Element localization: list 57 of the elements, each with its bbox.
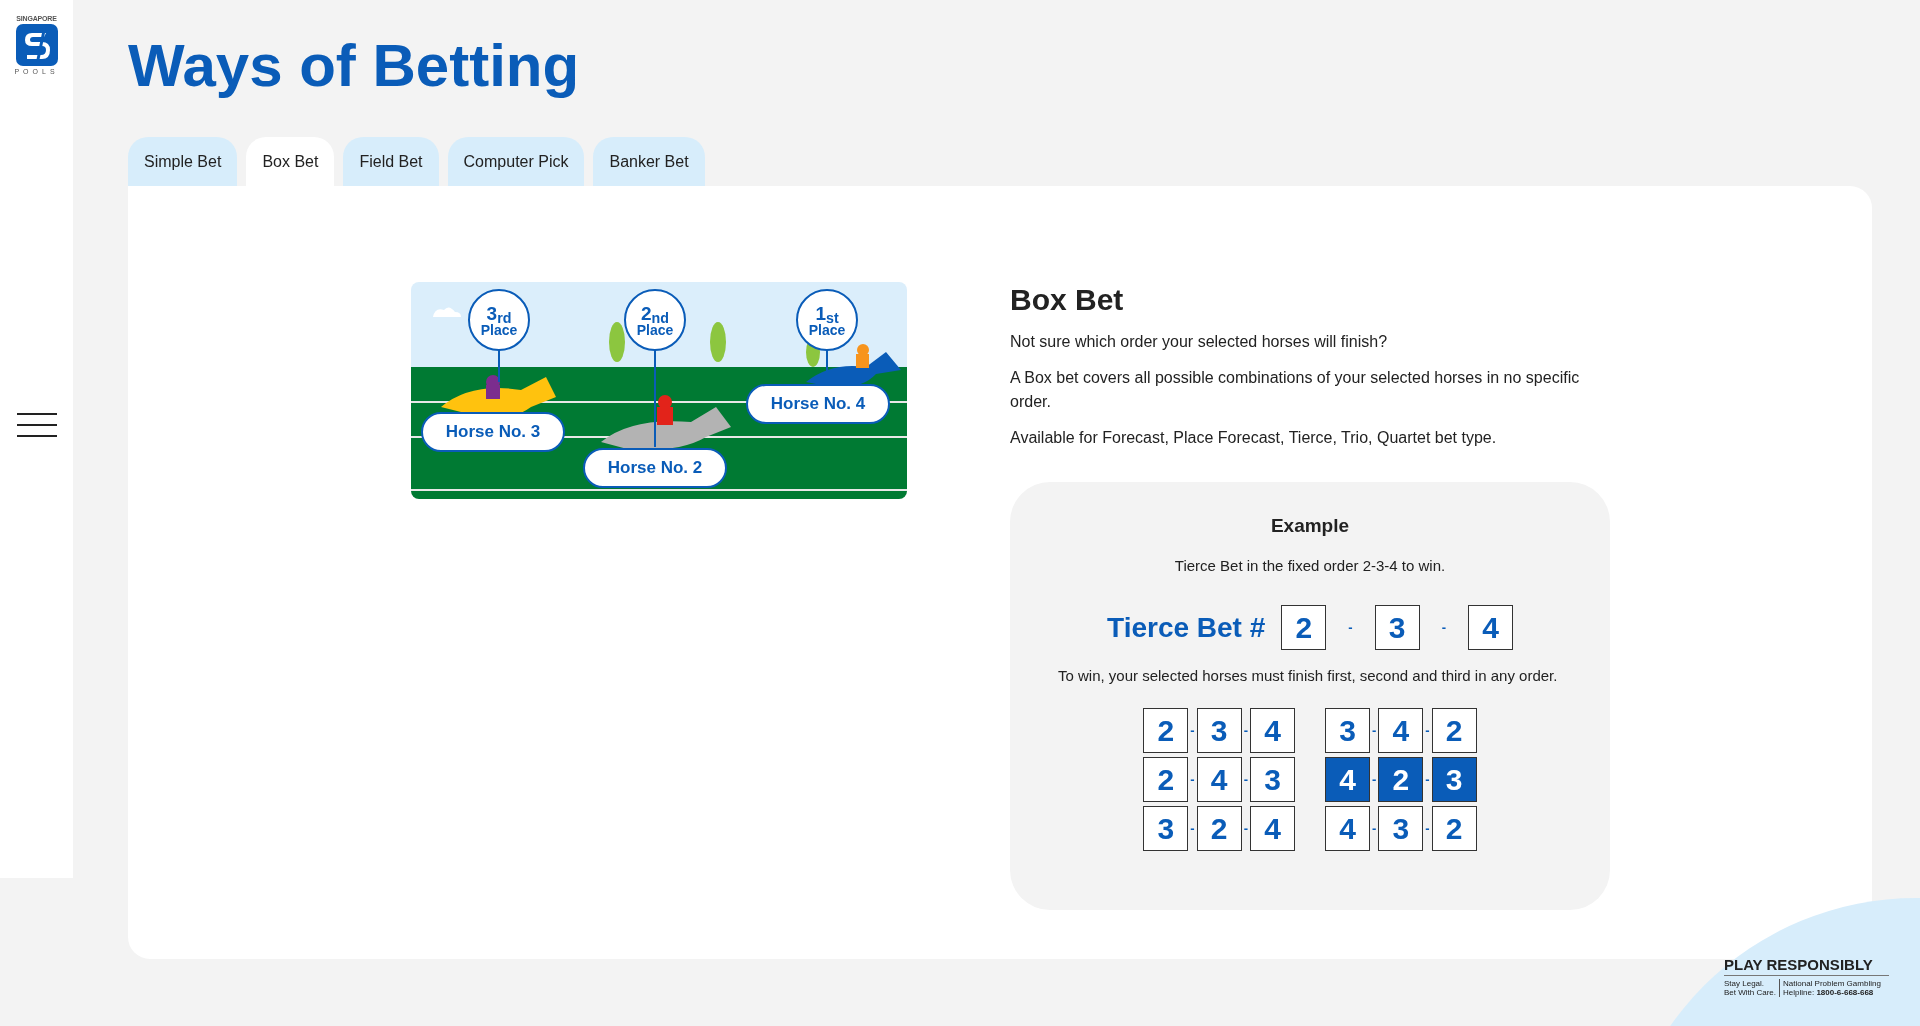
number-box: 3 <box>1196 708 1242 753</box>
tab[interactable]: Box Bet <box>246 137 335 186</box>
number-box: 4 <box>1378 708 1424 753</box>
number-box: 3 <box>1250 757 1295 802</box>
paragraph: A Box bet covers all possible combinations of your selected horses in no specific order. <box>1010 368 1581 412</box>
example-text: To win, your selected horses must finish first, second and third in any order. <box>1058 666 1559 686</box>
number-box: 2 <box>1431 806 1477 851</box>
example-heading: Example <box>1270 514 1350 538</box>
page-title: Ways of Betting <box>128 31 581 101</box>
dash: - <box>1424 770 1431 789</box>
badge-text: National Problem Gambling Helpline: 1800-6-668-668 <box>1782 979 1881 997</box>
tab[interactable]: Field Bet <box>343 137 439 186</box>
dash: - <box>1440 618 1447 637</box>
number-box: 4 <box>1325 757 1370 802</box>
number-box: 4 <box>1250 806 1295 851</box>
dash: - <box>1242 770 1249 789</box>
number-box: 3 <box>1431 757 1477 802</box>
badge-title: PLAY RESPONSIBLY <box>1724 956 1889 976</box>
menu-icon[interactable] <box>16 413 57 437</box>
tab[interactable]: Simple Bet <box>128 137 238 186</box>
tab[interactable]: Computer Pick <box>447 137 585 186</box>
dash: - <box>1242 819 1249 838</box>
paragraph: Available for Forecast, Place Forecast, Tierce, Trio, Quartet bet type. <box>1010 428 1498 448</box>
section-heading: Box Bet <box>1010 282 1125 318</box>
number-box: 4 <box>1250 708 1295 753</box>
number-box: 2 <box>1378 757 1424 802</box>
dash: - <box>1371 770 1378 789</box>
horse-label: Horse No. 3 <box>421 412 565 452</box>
dash: - <box>1189 819 1196 838</box>
dash: - <box>1371 721 1378 740</box>
number-box: 2 <box>1281 605 1327 650</box>
dash: - <box>1347 618 1354 637</box>
tab[interactable]: Banker Bet <box>593 137 705 186</box>
number-box: 3 <box>1325 708 1370 753</box>
number-box: 3 <box>1374 605 1420 650</box>
dash: - <box>1189 721 1196 740</box>
horse-label: Horse No. 2 <box>583 448 727 488</box>
number-box: 3 <box>1378 806 1424 851</box>
number-box: 2 <box>1431 708 1477 753</box>
number-box: 4 <box>1325 806 1370 851</box>
badge-text: Stay Legal. Bet With Care. <box>1724 979 1780 997</box>
number-box: 2 <box>1143 708 1189 753</box>
number-box: 2 <box>1196 806 1242 851</box>
number-box: 3 <box>1143 806 1189 851</box>
paragraph: Not sure which order your selected horses will finish? <box>1010 332 1389 352</box>
dash: - <box>1242 721 1249 740</box>
number-box: 4 <box>1196 757 1242 802</box>
number-box: 2 <box>1143 757 1189 802</box>
dash: - <box>1424 819 1431 838</box>
horse-label: Horse No. 4 <box>746 384 890 424</box>
dash: - <box>1424 721 1431 740</box>
example-text: Tierce Bet in the fixed order 2-3-4 to win. <box>1174 555 1446 576</box>
bet-label: Tierce Bet # <box>1107 610 1266 645</box>
logo-icon <box>15 24 58 66</box>
dash: - <box>1189 770 1196 789</box>
number-box: 4 <box>1467 605 1513 650</box>
dash: - <box>1371 819 1378 838</box>
